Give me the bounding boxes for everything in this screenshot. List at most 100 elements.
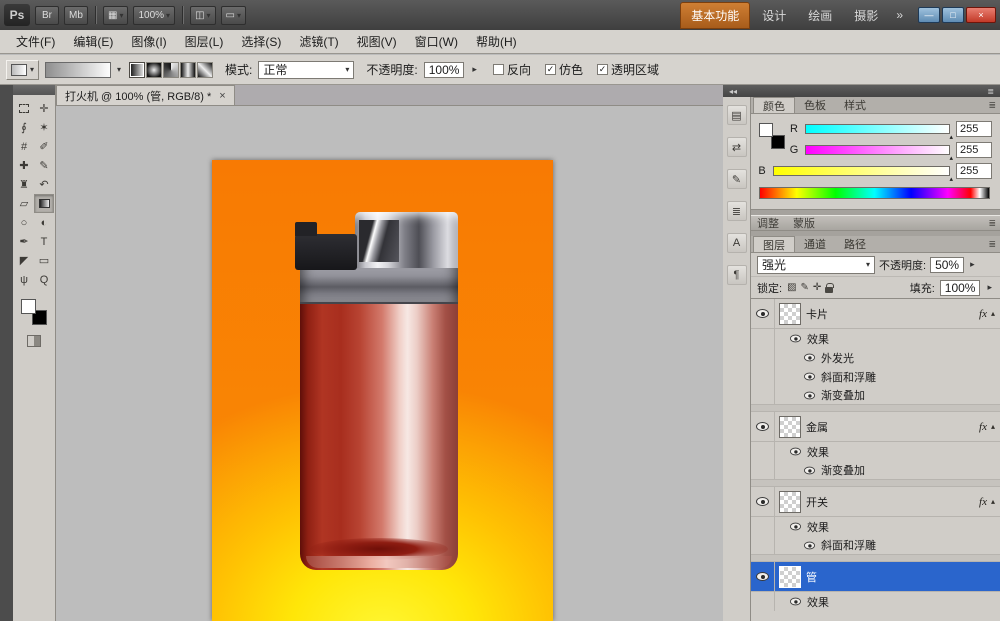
layer-row-tube[interactable]: 管 xyxy=(751,562,1000,592)
tab-paths[interactable]: 路径 xyxy=(835,236,875,252)
fill-slider-icon[interactable]: ▸ xyxy=(985,282,994,293)
layer-row-card[interactable]: 卡片 fx ▴ xyxy=(751,299,1000,329)
panel-icon-1[interactable]: ▤ xyxy=(727,105,747,125)
layer-opacity-slider-icon[interactable]: ▸ xyxy=(968,259,977,270)
workspace-tab-painting[interactable]: 绘画 xyxy=(798,3,842,28)
eye-icon[interactable] xyxy=(804,373,815,381)
menu-item-view[interactable]: 视图(V) xyxy=(349,30,405,53)
workspace-overflow-icon[interactable]: » xyxy=(896,8,903,22)
dock-collapse-icon[interactable]: ◂◂ xyxy=(729,87,737,96)
hand-tool[interactable]: ψ xyxy=(14,270,34,289)
layer-name[interactable]: 开关 xyxy=(806,494,828,510)
panel-icon-4[interactable]: ≣ xyxy=(727,201,747,221)
close-icon[interactable]: × xyxy=(219,90,225,102)
lock-transparency-icon[interactable]: ▨ xyxy=(787,282,796,293)
menu-item-select[interactable]: 选择(S) xyxy=(233,30,289,53)
eye-icon[interactable] xyxy=(804,354,815,362)
eyedropper-tool[interactable]: ✐ xyxy=(34,137,54,156)
lock-image-icon[interactable]: ✎ xyxy=(801,282,809,293)
eye-icon[interactable] xyxy=(804,541,815,549)
effects-header-row[interactable]: 效果 xyxy=(751,442,1000,461)
launch-bridge-button[interactable]: Br xyxy=(35,6,59,25)
layer-thumbnail[interactable] xyxy=(779,566,801,588)
magic-wand-tool[interactable]: ✶ xyxy=(34,118,54,137)
effect-row-bevel-emboss[interactable]: 斜面和浮雕 xyxy=(751,536,1000,555)
zoom-level-button[interactable]: 100% ▾ xyxy=(133,6,175,25)
fill-input[interactable]: 100% xyxy=(940,280,981,296)
path-select-tool[interactable]: ◤ xyxy=(14,251,34,270)
menu-item-image[interactable]: 图像(I) xyxy=(123,30,174,53)
layer-thumbnail[interactable] xyxy=(779,491,801,513)
menu-item-file[interactable]: 文件(F) xyxy=(8,30,63,53)
launch-mini-bridge-button[interactable]: Mb xyxy=(64,6,88,25)
visibility-toggle[interactable] xyxy=(751,299,775,328)
eye-icon[interactable] xyxy=(790,335,801,343)
layer-name[interactable]: 金属 xyxy=(806,419,828,435)
effects-header-row[interactable]: 效果 xyxy=(751,329,1000,348)
eye-icon[interactable] xyxy=(790,598,801,606)
opacity-slider-arrow-icon[interactable]: ▸ xyxy=(470,64,479,75)
layer-row-metal[interactable]: 金属 fx ▴ xyxy=(751,412,1000,442)
layer-thumbnail[interactable] xyxy=(779,303,801,325)
panel-icon-2[interactable]: ⇄ xyxy=(727,137,747,157)
screen-mode-button[interactable]: ▭ ▾ xyxy=(221,6,246,25)
dither-checkbox[interactable]: ✓ 仿色 xyxy=(545,61,583,78)
layer-thumbnail[interactable] xyxy=(779,416,801,438)
crop-tool[interactable]: # xyxy=(14,137,34,156)
radial-gradient-button[interactable] xyxy=(146,62,162,78)
color-spectrum-ramp[interactable] xyxy=(759,187,990,199)
fx-collapse-icon[interactable]: ▴ xyxy=(987,422,1000,431)
close-button[interactable]: × xyxy=(966,7,996,23)
tab-adjustments[interactable]: 调整 xyxy=(757,215,779,231)
reverse-checkbox[interactable]: 反向 xyxy=(493,61,531,78)
menu-item-filter[interactable]: 滤镜(T) xyxy=(291,30,346,53)
tab-color[interactable]: 颜色 xyxy=(753,97,795,113)
reflected-gradient-button[interactable] xyxy=(180,62,196,78)
blue-value-input[interactable]: 255 xyxy=(956,163,992,179)
red-slider[interactable]: ▴ xyxy=(805,124,950,134)
effect-row-gradient-overlay[interactable]: 渐变叠加 xyxy=(751,461,1000,480)
panel-menu-icon[interactable]: ≣ xyxy=(988,218,996,229)
eye-icon[interactable] xyxy=(804,391,815,399)
effects-header-row[interactable]: 效果 xyxy=(751,517,1000,536)
layer-row-switch[interactable]: 开关 fx ▴ xyxy=(751,487,1000,517)
zoom-tool[interactable]: Q xyxy=(34,270,54,289)
slider-thumb-icon[interactable]: ▴ xyxy=(949,133,953,141)
fx-collapse-icon[interactable]: ▴ xyxy=(987,497,1000,506)
effect-row-bevel-emboss[interactable]: 斜面和浮雕 xyxy=(751,367,1000,386)
red-value-input[interactable]: 255 xyxy=(956,121,992,137)
foreground-color-swatch[interactable] xyxy=(759,123,773,137)
eye-icon[interactable] xyxy=(790,523,801,531)
layer-opacity-input[interactable]: 50% xyxy=(930,257,964,273)
workspace-tab-photography[interactable]: 摄影 xyxy=(844,3,888,28)
tab-swatches[interactable]: 色板 xyxy=(795,97,835,113)
history-brush-tool[interactable]: ↶ xyxy=(34,175,54,194)
lasso-tool[interactable]: ∮ xyxy=(14,118,34,137)
angle-gradient-button[interactable] xyxy=(163,62,179,78)
shape-tool[interactable]: ▭ xyxy=(34,251,54,270)
minimize-button[interactable]: — xyxy=(918,7,940,23)
quick-mask-button[interactable] xyxy=(27,335,41,347)
tab-channels[interactable]: 通道 xyxy=(795,236,835,252)
fx-collapse-icon[interactable]: ▴ xyxy=(987,309,1000,318)
linear-gradient-button[interactable] xyxy=(129,62,145,78)
paragraph-panel-icon[interactable]: ¶ xyxy=(727,265,747,285)
clone-stamp-tool[interactable]: ♜ xyxy=(14,175,34,194)
character-panel-icon[interactable]: A xyxy=(727,233,747,253)
visibility-toggle[interactable] xyxy=(751,487,775,516)
background-color-swatch[interactable] xyxy=(771,135,785,149)
brush-tool[interactable]: ✎ xyxy=(34,156,54,175)
arrange-documents-button[interactable]: ◫ ▾ xyxy=(190,6,215,25)
document-tab[interactable]: 打火机 @ 100% (管, RGB/8) * × xyxy=(56,85,235,105)
eye-icon[interactable] xyxy=(804,466,815,474)
slider-thumb-icon[interactable]: ▴ xyxy=(949,175,953,183)
gradient-picker-arrow-icon[interactable]: ▾ xyxy=(117,65,121,74)
toolbox-header[interactable] xyxy=(13,85,55,95)
canvas[interactable] xyxy=(56,106,723,621)
opacity-input[interactable]: 100% xyxy=(424,62,465,78)
panel-icon-3[interactable]: ✎ xyxy=(727,169,747,189)
blur-tool[interactable]: ○ xyxy=(14,213,34,232)
healing-brush-tool[interactable]: ✚ xyxy=(14,156,34,175)
tab-styles[interactable]: 样式 xyxy=(835,97,875,113)
move-tool[interactable]: ✛ xyxy=(34,99,54,118)
